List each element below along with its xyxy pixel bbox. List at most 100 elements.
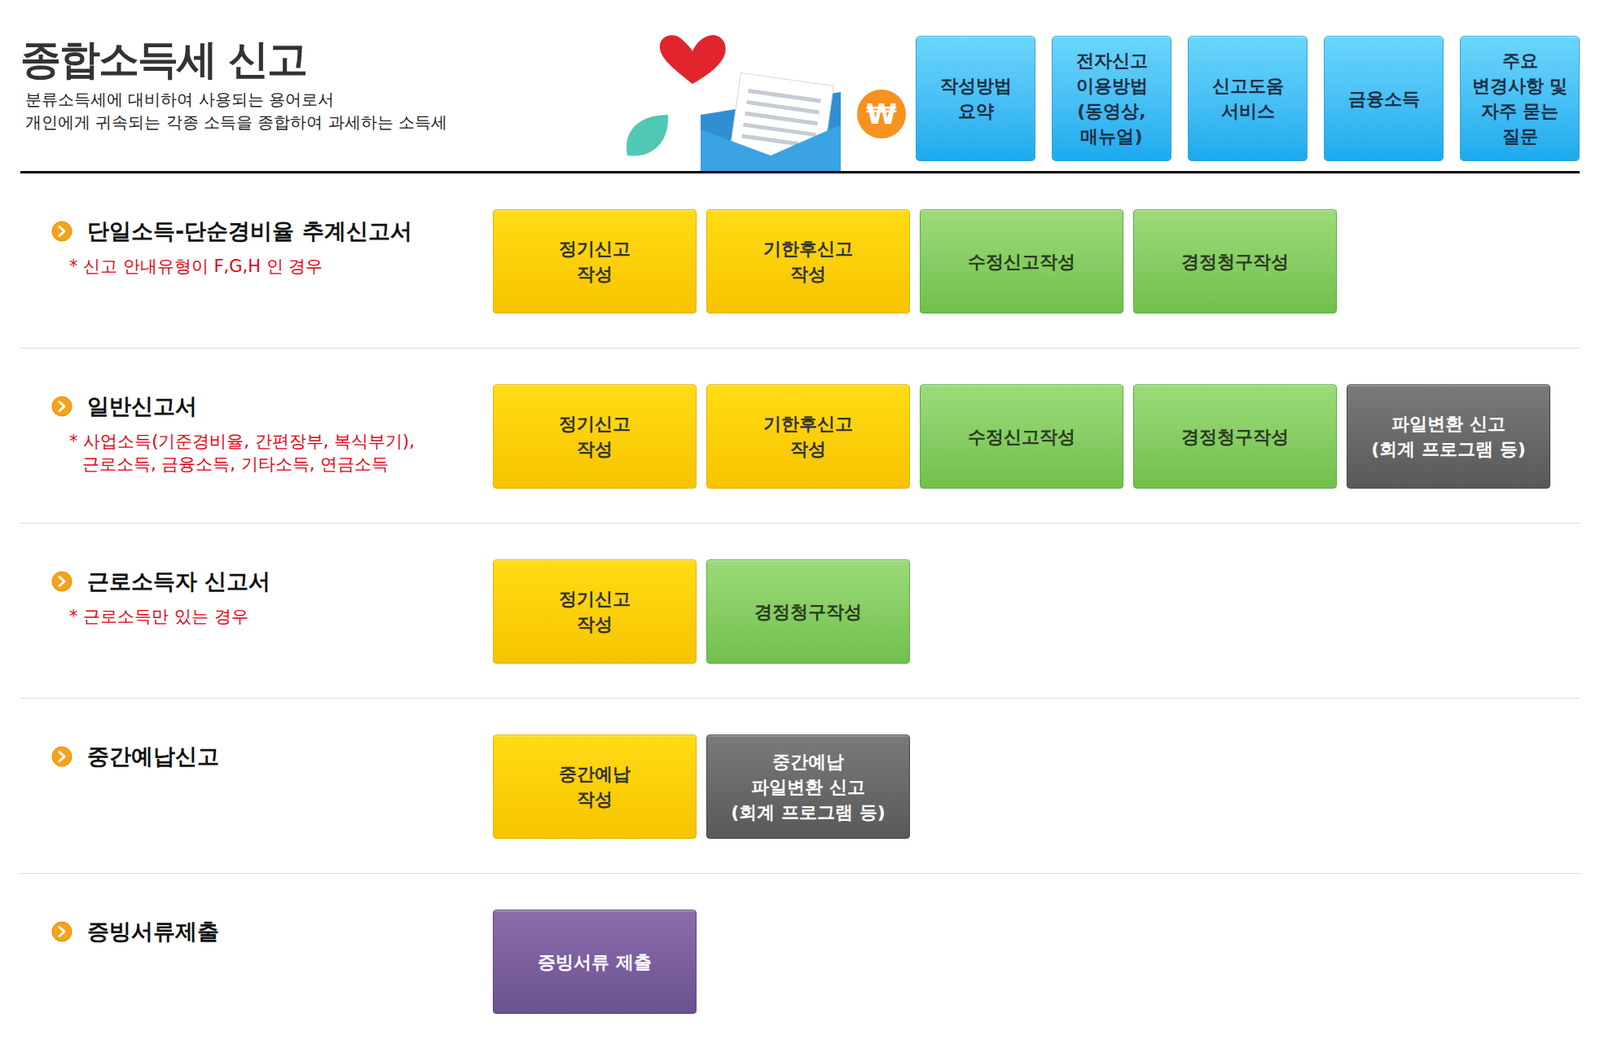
envelope-icon	[622, 33, 908, 172]
button-label: 정기신고	[558, 411, 631, 437]
button-label: 경정청구작성	[1181, 249, 1289, 275]
section-title-row: 단일소득-단순경비율 추계신고서	[20, 217, 493, 246]
chevron-bullet-icon	[51, 220, 73, 242]
link-label: 전자신고	[1076, 48, 1148, 74]
section-note: * 근로소득만 있는 경우	[20, 605, 493, 629]
won-icon: ₩	[857, 89, 906, 139]
button-label: 수정신고작성	[967, 424, 1076, 450]
form-button[interactable]: 정기신고작성	[492, 209, 697, 314]
button-label: 작성	[576, 611, 613, 638]
note-line: * 신고 안내유형이 F,G,H 인 경우	[69, 254, 493, 278]
button-label: 작성	[790, 436, 827, 462]
section-buttons: 정기신고작성 경정청구작성	[492, 559, 910, 664]
chevron-bullet-icon	[51, 746, 73, 768]
form-button[interactable]: 파일변환 신고(회계 프로그램 등)	[1346, 384, 1551, 489]
link-label: 자주 묻는	[1481, 98, 1560, 124]
description-line: 분류소득세에 대비하여 사용되는 용어로서	[25, 87, 448, 111]
link-label: 변경사항 및	[1472, 73, 1569, 99]
section-buttons: 정기신고작성기한후신고작성수정신고작성경정청구작성파일변환 신고(회계 프로그램…	[492, 384, 1551, 489]
button-label: 작성	[576, 786, 613, 813]
chevron-bullet-icon	[51, 395, 73, 418]
button-label: 기한후신고	[763, 236, 853, 262]
header-link-button[interactable]: 작성방법요약	[915, 35, 1036, 162]
form-button[interactable]: 기한후신고작성	[706, 384, 910, 489]
section-title-row: 증빙서류제출	[20, 918, 493, 946]
section-row: 중간예납신고중간예납작성중간예납파일변환 신고(회계 프로그램 등)	[20, 698, 1580, 875]
section-label: 증빙서류제출	[20, 909, 493, 946]
section-label: 단일소득-단순경비율 추계신고서 * 신고 안내유형이 F,G,H 인 경우	[20, 209, 493, 278]
button-label: 중간예납	[558, 761, 631, 787]
header-links: 작성방법요약전자신고이용방법(동영상,매뉴얼)신고도움서비스금융소득주요변경사항…	[915, 35, 1580, 162]
button-label: (회계 프로그램 등)	[730, 800, 885, 826]
form-button[interactable]: 수정신고작성	[919, 209, 1124, 314]
form-button[interactable]: 경정청구작성	[1133, 209, 1337, 314]
button-label: 증빙서류 제출	[537, 949, 652, 976]
link-label: 작성방법	[940, 73, 1012, 99]
page-title: 종합소득세 신고	[20, 35, 448, 84]
button-label: 파일변환 신고	[1391, 411, 1506, 437]
title-block: 종합소득세 신고분류소득세에 대비하여 사용되는 용어로서개인에게 귀속되는 각…	[20, 35, 448, 134]
section-title: 단일소득-단순경비율 추계신고서	[87, 217, 413, 246]
header-link-button[interactable]: 신고도움서비스	[1187, 35, 1308, 162]
section-buttons: 중간예납작성중간예납파일변환 신고(회계 프로그램 등)	[492, 734, 910, 840]
note-line: * 사업소득(기준경비율, 간편장부, 복식부기),	[69, 430, 493, 453]
description-line: 개인에게 귀속되는 각종 소득을 종합하여 과세하는 소득세	[25, 110, 448, 134]
section-row: 단일소득-단순경비율 추계신고서* 신고 안내유형이 F,G,H 인 경우정기신…	[20, 173, 1580, 349]
button-label: 수정신고작성	[967, 249, 1076, 275]
link-label: 매뉴얼)	[1080, 123, 1143, 150]
form-button[interactable]: 정기신고작성	[492, 559, 697, 664]
form-button[interactable]: 수정신고작성	[919, 384, 1124, 489]
form-button[interactable]: 증빙서류 제출	[492, 909, 697, 1015]
section-label: 일반신고서 * 사업소득(기준경비율, 간편장부, 복식부기),근로소득, 금융소…	[20, 384, 493, 476]
section-title: 근로소득자 신고서	[87, 567, 271, 596]
chevron-bullet-icon	[51, 571, 73, 593]
note-line: * 근로소득만 있는 경우	[69, 605, 493, 629]
link-label: 요약	[958, 98, 994, 124]
section-note: * 사업소득(기준경비율, 간편장부, 복식부기),근로소득, 금융소득, 기타…	[20, 430, 493, 476]
section-row: 증빙서류제출증빙서류 제출	[20, 874, 1580, 1044]
form-button[interactable]: 중간예납파일변환 신고(회계 프로그램 등)	[706, 734, 910, 840]
section-title-row: 중간예납신고	[20, 742, 493, 771]
link-label: (동영상,	[1076, 98, 1146, 124]
section-row: 근로소득자 신고서* 근로소득만 있는 경우정기신고작성경정청구작성	[20, 523, 1580, 699]
link-label: 신고도움	[1212, 73, 1284, 99]
note-line: 근로소득, 금융소득, 기타소득, 연금소득	[69, 452, 493, 476]
form-button[interactable]: 경정청구작성	[1133, 384, 1337, 489]
button-label: 작성	[576, 436, 613, 462]
section-title: 일반신고서	[87, 392, 198, 421]
chevron-bullet-icon	[51, 921, 73, 943]
section-title-row: 일반신고서	[20, 392, 493, 421]
button-label: 정기신고	[558, 236, 631, 262]
button-label: 정기신고	[558, 586, 631, 612]
form-button[interactable]: 중간예납작성	[492, 734, 697, 840]
section-title: 중간예납신고	[87, 742, 220, 771]
button-label: 경정청구작성	[754, 599, 862, 625]
form-button[interactable]: 정기신고작성	[492, 384, 697, 489]
form-button[interactable]: 기한후신고작성	[706, 209, 910, 314]
section-label: 중간예납신고	[20, 734, 493, 771]
link-label: 금융소득	[1348, 86, 1420, 112]
section-note: * 신고 안내유형이 F,G,H 인 경우	[20, 254, 493, 278]
button-label: 작성	[576, 261, 613, 287]
form-button[interactable]: 경정청구작성	[706, 559, 910, 664]
button-label: 파일변환 신고	[751, 774, 866, 800]
button-label: 중간예납	[772, 749, 844, 775]
link-label: 주요	[1502, 48, 1539, 74]
tax-illustration: ₩	[622, 33, 908, 172]
button-label: 기한후신고	[763, 411, 853, 437]
button-label: 경정청구작성	[1181, 424, 1289, 450]
header-link-button[interactable]: 주요변경사항 및자주 묻는질문	[1459, 35, 1580, 162]
link-label: 서비스	[1221, 98, 1275, 124]
link-label: 질문	[1502, 123, 1539, 150]
header-link-button[interactable]: 금융소득	[1323, 35, 1444, 162]
description: 분류소득세에 대비하여 사용되는 용어로서개인에게 귀속되는 각종 소득을 종합…	[20, 87, 448, 134]
section-buttons: 증빙서류 제출	[492, 909, 697, 1015]
page-header: 종합소득세 신고분류소득세에 대비하여 사용되는 용어로서개인에게 귀속되는 각…	[20, 0, 1580, 174]
button-label: (회계 프로그램 등)	[1371, 436, 1526, 462]
header-link-button[interactable]: 전자신고이용방법(동영상,매뉴얼)	[1051, 35, 1172, 162]
section-row: 일반신고서 * 사업소득(기준경비율, 간편장부, 복식부기),근로소득, 금융소…	[20, 348, 1580, 524]
section-title-row: 근로소득자 신고서	[20, 567, 493, 596]
button-label: 작성	[790, 261, 827, 287]
section-buttons: 정기신고작성기한후신고작성수정신고작성경정청구작성	[492, 209, 1337, 314]
link-label: 이용방법	[1076, 73, 1148, 99]
